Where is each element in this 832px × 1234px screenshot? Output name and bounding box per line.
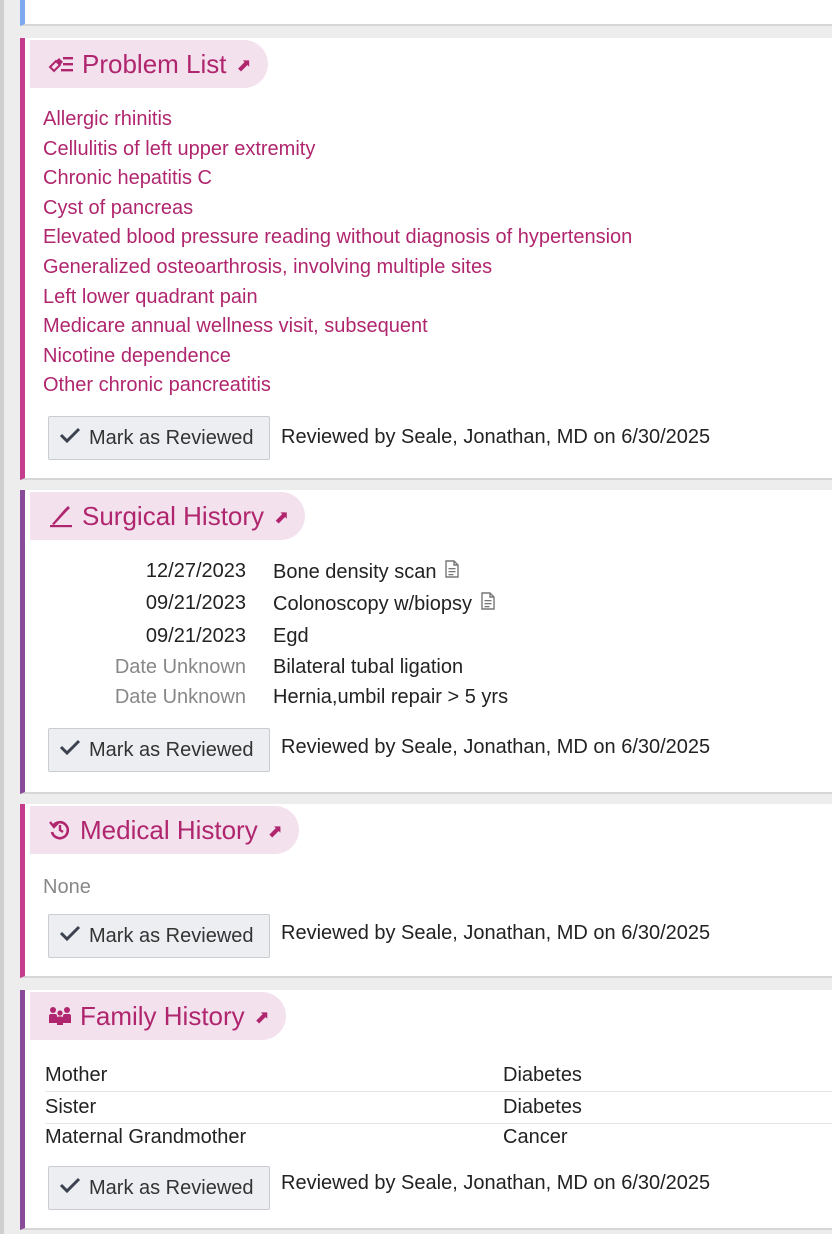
surgical-history-card: Surgical History ⬈ 12/27/2023 Bone densit…	[20, 490, 832, 794]
mark-reviewed-label: Mark as Reviewed	[89, 924, 254, 947]
family-condition: Diabetes	[503, 1064, 582, 1086]
checkmark-icon	[59, 1176, 81, 1200]
problem-list-item[interactable]: Cellulitis of left upper extremity	[43, 138, 315, 161]
surgery-procedure[interactable]: Egd	[273, 625, 309, 648]
surgery-procedure[interactable]: Hernia,umbil repair > 5 yrs	[273, 686, 508, 709]
medical-history-review-status: Reviewed by Seale, Jonathan, MD on 6/30/…	[281, 922, 711, 944]
surgery-date: Date Unknown	[114, 686, 246, 708]
family-history-header[interactable]: Family History ⬈	[30, 992, 286, 1040]
surgery-procedure-label: Hernia,umbil repair > 5 yrs	[273, 686, 509, 708]
medical-history-card: Medical History ⬈ None Mark as Reviewed …	[20, 804, 832, 978]
surgery-procedure[interactable]: Bone density scan	[273, 560, 460, 584]
surgery-date: 09/21/2023	[145, 625, 246, 647]
problem-list-header[interactable]: Problem List ⬈	[30, 40, 268, 88]
external-link-icon[interactable]: ⬈	[255, 1007, 270, 1028]
previous-section-card	[20, 0, 832, 26]
document-icon[interactable]	[480, 592, 496, 616]
mark-reviewed-label: Mark as Reviewed	[89, 426, 254, 449]
surgery-procedure[interactable]: Bilateral tubal ligation	[273, 656, 463, 679]
family-history-title: Family History	[80, 1000, 245, 1031]
problem-list-item[interactable]: Chronic hepatitis C	[43, 167, 212, 190]
family-relation: Mother	[45, 1064, 108, 1086]
problem-list-card: Problem List ⬈ Allergic rhinitis Cellulit…	[20, 38, 832, 480]
surgery-procedure-label: Bone density scan	[273, 560, 437, 583]
mark-reviewed-label: Mark as Reviewed	[89, 738, 254, 761]
surgery-procedure-label: Egd	[273, 625, 309, 647]
external-link-icon[interactable]: ⬈	[274, 507, 289, 528]
row-divider	[45, 1091, 832, 1092]
checkmark-icon	[59, 426, 81, 450]
checkmark-icon	[59, 738, 81, 762]
surgical-history-review-status: Reviewed by Seale, Jonathan, MD on 6/30/…	[281, 736, 711, 758]
document-icon[interactable]	[444, 560, 460, 584]
problem-list-icon	[48, 53, 74, 75]
activity-panel: Problem List ⬈ Allergic rhinitis Cellulit…	[0, 0, 832, 1234]
external-link-icon[interactable]: ⬈	[268, 821, 283, 842]
surgical-history-title: Surgical History	[82, 500, 265, 531]
family-history-row: Mother Diabetes	[45, 1062, 832, 1092]
history-icon	[48, 818, 72, 842]
family-history-card: Family History ⬈ Mother Diabetes Sister Dia…	[20, 990, 832, 1230]
family-condition: Diabetes	[503, 1096, 582, 1118]
problem-list-item[interactable]: Medicare annual wellness visit, subseque…	[43, 315, 428, 338]
surgery-date: 12/27/2023	[145, 560, 246, 582]
checkmark-icon	[59, 924, 81, 948]
family-history-row: Maternal Grandmother Cancer	[45, 1124, 832, 1154]
medical-history-mark-reviewed-button[interactable]: Mark as Reviewed	[48, 914, 270, 958]
problem-list-item[interactable]: Elevated blood pressure reading without …	[43, 226, 632, 249]
family-history-review-status: Reviewed by Seale, Jonathan, MD on 6/30/…	[281, 1172, 711, 1194]
problem-list-item[interactable]: Allergic rhinitis	[43, 108, 172, 131]
external-link-icon[interactable]: ⬈	[237, 55, 252, 76]
problem-list-title: Problem List	[82, 48, 227, 79]
problem-list-item[interactable]: Generalized osteoarthrosis, involving mu…	[43, 256, 492, 279]
surgery-procedure[interactable]: Colonoscopy w/biopsy	[273, 592, 496, 616]
medical-history-title: Medical History	[80, 814, 258, 845]
family-relation: Sister	[45, 1096, 97, 1118]
problem-list-item[interactable]: Left lower quadrant pain	[43, 286, 258, 309]
surgery-date: 09/21/2023	[145, 592, 246, 614]
medical-history-none: None	[43, 876, 91, 898]
surgery-procedure-label: Colonoscopy w/biopsy	[273, 592, 472, 615]
family-history-row: Sister Diabetes	[45, 1094, 832, 1124]
surgery-procedure-label: Bilateral tubal ligation	[273, 656, 464, 678]
family-icon	[48, 1005, 72, 1027]
scalpel-icon	[48, 504, 74, 528]
surgery-date: Date Unknown	[114, 656, 246, 678]
problem-list-item[interactable]: Cyst of pancreas	[43, 197, 193, 220]
problem-list-mark-reviewed-button[interactable]: Mark as Reviewed	[48, 416, 270, 460]
surgical-history-mark-reviewed-button[interactable]: Mark as Reviewed	[48, 728, 270, 772]
mark-reviewed-label: Mark as Reviewed	[89, 1176, 254, 1199]
problem-list-review-status: Reviewed by Seale, Jonathan, MD on 6/30/…	[281, 426, 711, 448]
problem-list-item[interactable]: Nicotine dependence	[43, 345, 231, 368]
family-relation: Maternal Grandmother	[45, 1126, 247, 1148]
problem-list-item[interactable]: Other chronic pancreatitis	[43, 374, 271, 397]
surgical-history-header[interactable]: Surgical History ⬈	[30, 492, 306, 540]
medical-history-header[interactable]: Medical History ⬈	[30, 806, 299, 854]
family-condition: Cancer	[503, 1126, 568, 1148]
family-history-mark-reviewed-button[interactable]: Mark as Reviewed	[48, 1166, 270, 1210]
